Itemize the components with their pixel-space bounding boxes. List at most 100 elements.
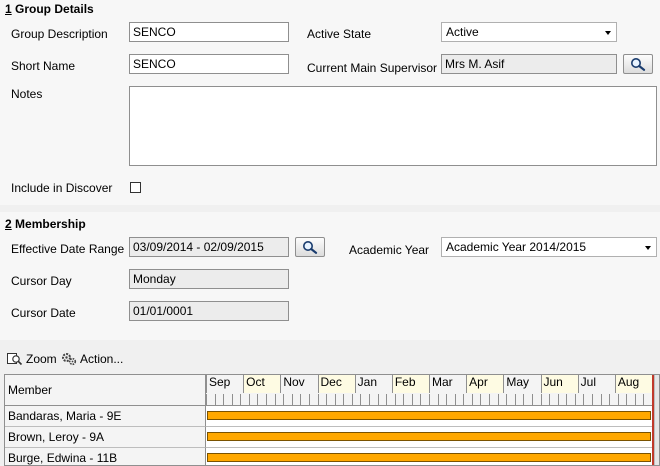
week-tick xyxy=(283,394,285,405)
academic-year-value: Academic Year 2014/2015 xyxy=(446,240,587,254)
week-tick xyxy=(617,394,619,405)
member-column-header[interactable]: Member xyxy=(5,375,206,406)
zoom-button[interactable]: Zoom xyxy=(7,352,57,366)
action-button[interactable]: Action... xyxy=(61,352,123,366)
week-tick xyxy=(583,394,585,405)
cursor-date-field: 01/01/0001 xyxy=(129,301,289,321)
membership-grid[interactable]: Member Sep Oct Nov Dec Jan Feb Mar Apr May Jun Jul… xyxy=(4,374,660,466)
search-icon xyxy=(303,241,318,254)
member-rows: Bandaras, Maria - 9E Brown, Leroy - 9A Bur… xyxy=(5,406,659,465)
member-timeline-row[interactable] xyxy=(206,427,652,448)
week-tick xyxy=(257,394,259,405)
membership-bar[interactable] xyxy=(207,432,651,441)
week-tick xyxy=(609,394,611,405)
week-tick xyxy=(317,394,319,405)
vertical-scrollbar[interactable] xyxy=(654,375,659,465)
month-header-nov: Nov xyxy=(280,375,317,393)
week-tick xyxy=(326,394,328,405)
cursor-day-label: Cursor Day xyxy=(11,274,72,288)
week-tick xyxy=(291,394,293,405)
notes-label: Notes xyxy=(11,87,43,101)
week-tick xyxy=(591,394,593,405)
week-tick xyxy=(300,394,302,405)
week-tick xyxy=(454,394,456,405)
group-details-title: Group Details xyxy=(11,2,94,16)
group-description-input[interactable]: SENCO xyxy=(129,22,289,42)
cursor-day-field: Monday xyxy=(129,269,289,289)
membership-panel xyxy=(0,212,660,340)
week-tick xyxy=(437,394,439,405)
week-tick xyxy=(514,394,516,405)
short-name-input[interactable]: SENCO xyxy=(129,54,289,74)
member-timeline-row[interactable] xyxy=(206,406,652,427)
effective-date-range-field: 03/09/2014 - 02/09/2015 xyxy=(129,237,289,257)
week-tick xyxy=(223,394,225,405)
zoom-icon xyxy=(7,353,23,366)
include-in-discover-checkbox[interactable] xyxy=(130,182,141,193)
month-header-mar: Mar xyxy=(429,375,466,393)
week-tick xyxy=(351,394,353,405)
week-tick xyxy=(334,394,336,405)
zoom-label: Zoom xyxy=(26,352,57,366)
week-tick xyxy=(549,394,551,405)
week-tick xyxy=(206,394,207,405)
month-header-feb: Feb xyxy=(391,375,429,393)
week-tick xyxy=(394,394,396,405)
week-tick xyxy=(600,394,602,405)
week-tick xyxy=(368,394,370,405)
week-tick xyxy=(489,394,491,405)
group-details-number: 1 xyxy=(5,2,12,16)
week-tick xyxy=(240,394,242,405)
week-tick xyxy=(626,394,628,405)
week-tick xyxy=(446,394,448,405)
week-tick xyxy=(471,394,473,405)
week-tick xyxy=(360,394,362,405)
month-header-jun: Jun xyxy=(540,375,578,393)
month-header-jan: Jan xyxy=(354,375,392,393)
month-header-aug: Aug xyxy=(614,375,652,393)
week-tick xyxy=(308,394,310,405)
week-tick xyxy=(266,394,268,405)
academic-year-select[interactable]: Academic Year 2014/2015 xyxy=(441,237,657,257)
active-state-label: Active State xyxy=(307,27,372,41)
month-header-sep: Sep xyxy=(206,375,243,393)
member-row-label[interactable]: Brown, Leroy - 9A xyxy=(5,427,206,448)
membership-header[interactable]: 2 Membership xyxy=(5,217,86,231)
week-tick xyxy=(540,394,542,405)
month-header-dec: Dec xyxy=(317,375,355,393)
active-state-select[interactable]: Active xyxy=(441,22,617,42)
week-tick xyxy=(403,394,405,405)
month-header-jul: Jul xyxy=(577,375,615,393)
supervisor-search-button[interactable] xyxy=(623,54,653,74)
member-row-label[interactable]: Burge, Edwina - 11B xyxy=(5,448,206,465)
member-timeline-row[interactable] xyxy=(206,448,652,465)
week-tick xyxy=(643,394,645,405)
week-tick xyxy=(634,394,636,405)
date-range-search-button[interactable] xyxy=(295,237,325,257)
week-tick xyxy=(386,394,388,405)
group-details-header[interactable]: 1 Group Details xyxy=(5,2,94,16)
short-name-label: Short Name xyxy=(11,59,76,73)
membership-bar[interactable] xyxy=(207,453,651,462)
week-tick xyxy=(531,394,533,405)
chevron-down-icon xyxy=(605,31,611,35)
week-tick xyxy=(497,394,499,405)
week-tick xyxy=(343,394,345,405)
notes-textarea[interactable] xyxy=(129,86,657,166)
week-tick xyxy=(231,394,233,405)
week-tick xyxy=(463,394,465,405)
include-in-discover-label: Include in Discover xyxy=(11,181,113,195)
week-tick xyxy=(411,394,413,405)
month-header-may: May xyxy=(503,375,540,393)
gear-icon xyxy=(62,353,77,366)
week-tick xyxy=(429,394,430,405)
action-label: Action... xyxy=(80,352,124,366)
academic-year-label: Academic Year xyxy=(349,243,430,257)
member-row-label[interactable]: Bandaras, Maria - 9E xyxy=(5,406,206,427)
week-tick xyxy=(420,394,422,405)
membership-number: 2 xyxy=(5,217,12,231)
timeline-header: Sep Oct Nov Dec Jan Feb Mar Apr May Jun Jul Aug xyxy=(206,375,653,406)
membership-bar[interactable] xyxy=(207,411,651,420)
search-icon xyxy=(631,58,646,71)
week-tick xyxy=(574,394,576,405)
